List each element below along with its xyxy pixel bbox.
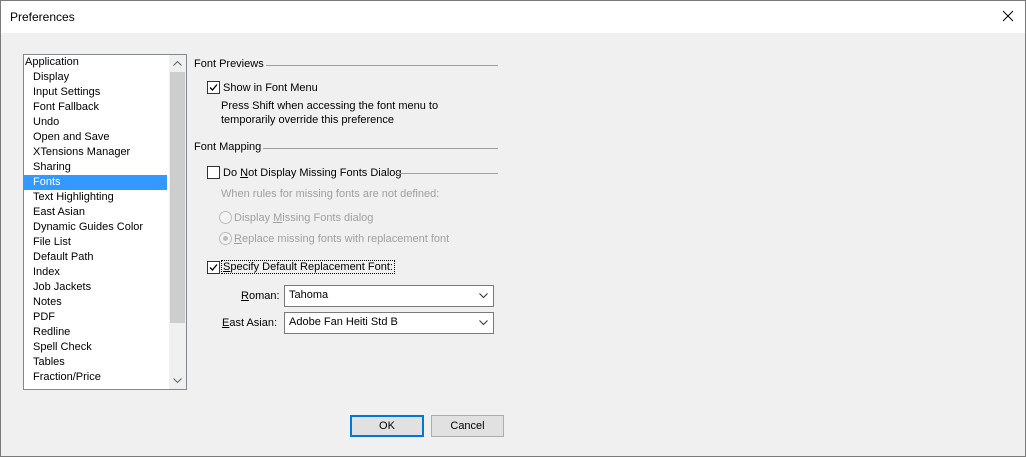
sidebar-item-application[interactable]: Application [24,55,167,70]
chevron-down-icon [173,378,182,383]
replace-missing-fonts-radio[interactable] [219,232,232,245]
scroll-thumb[interactable] [170,72,185,323]
sidebar-item-input-settings[interactable]: Input Settings [24,85,167,100]
chevron-down-icon [479,293,488,299]
sidebar-item-spell-check[interactable]: Spell Check [24,340,167,355]
scroll-down-button[interactable] [169,372,186,389]
label-part: Display [234,212,274,224]
specify-default-replacement-checkbox[interactable] [207,261,220,274]
font-previews-header: Font Previews [194,58,264,70]
font-mapping-divider [263,148,498,149]
label-part: ast Asian: [229,317,278,329]
sidebar-item-index[interactable]: Index [24,265,167,280]
display-missing-fonts-radio[interactable] [219,211,232,224]
show-in-font-menu-checkbox[interactable] [207,81,220,94]
chevron-up-icon [173,61,182,66]
do-not-display-missing-fonts-checkbox[interactable] [207,166,220,179]
roman-font-value: Tahoma [289,289,329,301]
display-missing-fonts-label[interactable]: Display Missing Fonts dialog [234,212,373,224]
sidebar-item-font-fallback[interactable]: Font Fallback [24,100,167,115]
preferences-category-list[interactable]: Application Display Input Settings Font Fal… [23,54,187,390]
chevron-down-icon [479,320,488,326]
list-scrollbar[interactable] [169,55,186,389]
replace-missing-fonts-label[interactable]: Replace missing fonts with replacement f… [234,233,449,245]
label-part: eplace missing fonts with replacement fo… [241,233,450,245]
missing-fonts-divider [395,173,498,174]
scroll-up-button[interactable] [169,55,186,72]
label-mnemonic: N [240,167,249,179]
sidebar-item-sharing[interactable]: Sharing [24,160,167,175]
sidebar-item-tables[interactable]: Tables [24,355,167,370]
sidebar-item-notes[interactable]: Notes [24,295,167,310]
sidebar-item-open-and-save[interactable]: Open and Save [24,130,167,145]
sidebar-item-display[interactable]: Display [24,70,167,85]
label-mnemonic: R [234,233,242,245]
label-part: ot Display Missing Fonts Dialog [248,167,402,179]
sidebar-item-xtensions-manager[interactable]: XTensions Manager [24,145,167,160]
window-title: Preferences [10,10,75,24]
sidebar-item-redline[interactable]: Redline [24,325,167,340]
cancel-button[interactable]: Cancel [431,415,504,437]
sidebar-item-east-asian[interactable]: East Asian [24,205,167,220]
missing-fonts-rules-hint: When rules for missing fonts are not def… [221,188,440,200]
font-previews-divider [266,65,498,66]
sidebar-item-text-highlighting[interactable]: Text Highlighting [24,190,167,205]
radio-selected-dot [223,236,228,241]
preferences-window: Preferences Application Display Input Sett… [0,0,1026,457]
sidebar-item-job-jackets[interactable]: Job Jackets [24,280,167,295]
font-previews-hint-line2: temporarily override this preference [221,114,395,126]
category-list-items: Application Display Input Settings Font Fal… [24,55,167,385]
close-icon [1002,10,1014,22]
roman-label: Roman: [241,290,280,302]
label-mnemonic: R [241,290,249,302]
specify-default-replacement-label[interactable]: Specify Default Replacement Font: [221,260,395,274]
checkmark-icon [209,264,218,271]
ok-button[interactable]: OK [350,415,424,437]
sidebar-item-undo[interactable]: Undo [24,115,167,130]
title-bar[interactable]: Preferences [1,1,1025,33]
label-part: issing Fonts dialog [282,212,374,224]
label-part: Do [223,167,241,179]
east-asian-label: East Asian: [222,317,277,329]
close-button[interactable] [991,1,1025,33]
sidebar-item-pdf[interactable]: PDF [24,310,167,325]
label-mnemonic: M [273,212,283,224]
east-asian-font-select[interactable]: Adobe Fan Heiti Std B [284,312,494,334]
sidebar-item-fraction-price[interactable]: Fraction/Price [24,370,167,385]
sidebar-item-fonts[interactable]: Fonts [24,175,167,190]
show-in-font-menu-label[interactable]: Show in Font Menu [223,82,318,94]
east-asian-font-value: Adobe Fan Heiti Std B [289,316,398,328]
label-part: pecify Default Replacement Font: [230,261,393,273]
do-not-display-missing-fonts-label[interactable]: Do Not Display Missing Fonts Dialog [223,167,402,179]
roman-font-select[interactable]: Tahoma [284,285,494,307]
sidebar-item-file-list[interactable]: File List [24,235,167,250]
sidebar-item-default-path[interactable]: Default Path [24,250,167,265]
font-mapping-header: Font Mapping [194,141,262,153]
checkmark-icon [209,84,218,91]
sidebar-item-dynamic-guides-color[interactable]: Dynamic Guides Color [24,220,167,235]
label-part: oman: [248,290,280,302]
font-previews-hint-line1: Press Shift when accessing the font menu… [221,100,439,112]
